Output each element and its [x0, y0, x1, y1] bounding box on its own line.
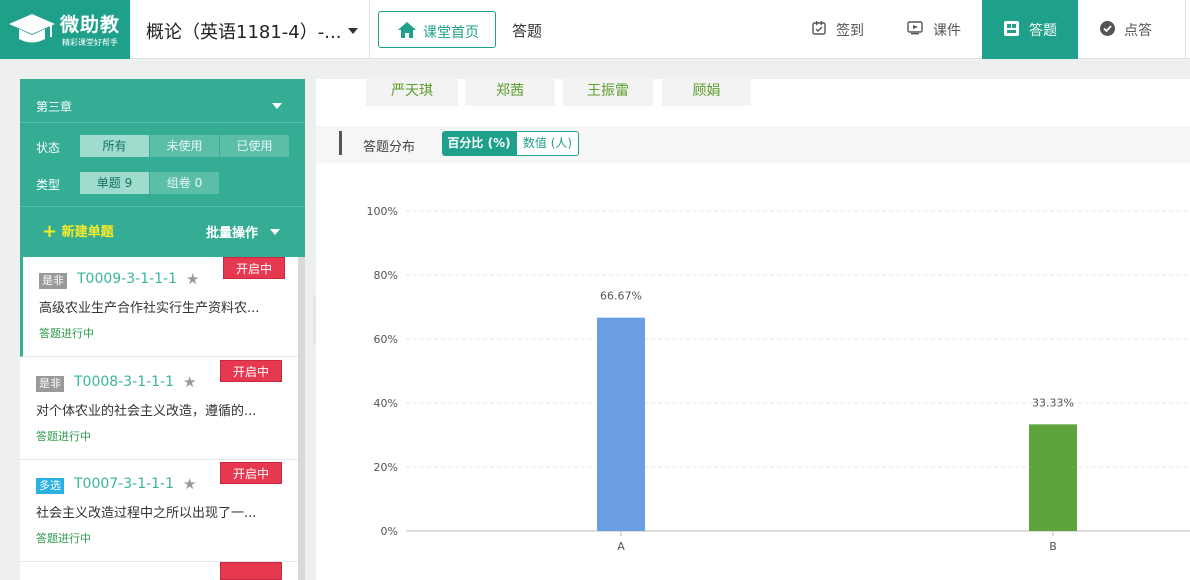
- bar-a: [597, 317, 645, 531]
- question-status: 答题进行中: [36, 430, 91, 443]
- type-filter-paper[interactable]: 组卷 0: [150, 172, 219, 194]
- class-home-label: 课堂首页: [423, 25, 479, 41]
- question-text: 对个体农业的社会主义改造，遵循的...: [36, 404, 257, 419]
- answer-panel: 严天琪 郑茜 王振雷 顾娟 答题分布 百分比 (%) 数值 (人) 0% 20% 4…: [316, 77, 1190, 580]
- question-code[interactable]: T0009-3-1-1-1: [77, 271, 177, 287]
- y-tick-label: 20%: [374, 461, 398, 474]
- question-status: 答题进行中: [39, 327, 94, 340]
- bar-b: [1029, 424, 1077, 531]
- y-tick-label: 80%: [374, 269, 398, 282]
- status-filter-all[interactable]: 所有: [80, 135, 149, 157]
- status-filter-unused[interactable]: 未使用: [150, 135, 219, 157]
- home-icon: [398, 22, 416, 38]
- question-card[interactable]: 是非 T0009-3-1-1-1 ★ 开启中 高级农业生产合作社实行生产资料农.…: [20, 257, 298, 357]
- graduation-cap-icon: [9, 14, 55, 43]
- question-code[interactable]: T0007-3-1-1-1: [74, 476, 174, 492]
- question-type-tag: 多选: [36, 478, 64, 494]
- divider: [20, 206, 305, 207]
- sidebar-scrollbar[interactable]: [298, 257, 305, 580]
- nav-quick-answer-label: 点答: [1124, 23, 1152, 39]
- batch-operations-button[interactable]: 批量操作: [206, 222, 258, 241]
- answer-icon: [1004, 21, 1019, 36]
- nav-checkin-label: 签到: [836, 23, 864, 39]
- checkin-icon: [812, 21, 826, 35]
- nav-answer-label: 答题: [1029, 23, 1057, 39]
- bar-value-label: 66.67%: [600, 290, 642, 303]
- nav-slides[interactable]: 课件: [890, 0, 982, 59]
- new-question-button[interactable]: + 新建单题: [42, 220, 114, 242]
- top-bar: 微助教 精彩课堂好帮手 概论（英语1181-4）-... 课堂首页 答题 签到 …: [0, 0, 1190, 59]
- x-tick-label: A: [617, 540, 625, 553]
- type-label: 类型: [36, 178, 61, 192]
- plus-icon: +: [42, 221, 58, 242]
- y-tick-label: 40%: [374, 397, 398, 410]
- slides-icon: [907, 21, 923, 35]
- chevron-down-icon[interactable]: [348, 28, 358, 34]
- question-sidebar: 第三章 状态 所有 未使用 已使用 类型 单题 9 组卷 0 + 新建单题 批量…: [20, 79, 305, 580]
- divider: [20, 122, 305, 123]
- question-type-tag: 是非: [36, 376, 64, 392]
- x-tick-label: B: [1049, 540, 1057, 553]
- breadcrumb: 答题: [512, 22, 543, 40]
- student-chip: 顾娟: [662, 77, 751, 106]
- y-tick-label: 100%: [367, 205, 398, 218]
- question-text: 社会主义改造过程中之所以出现了一...: [36, 506, 257, 521]
- question-status: 答题进行中: [36, 532, 91, 545]
- star-icon[interactable]: ★: [183, 475, 196, 493]
- star-icon[interactable]: ★: [183, 373, 196, 391]
- class-home-button[interactable]: 课堂首页: [378, 11, 496, 48]
- section-marker: [339, 131, 342, 155]
- y-tick-label: 60%: [374, 333, 398, 346]
- type-filter-single[interactable]: 单题 9: [80, 172, 149, 194]
- question-code[interactable]: T0008-3-1-1-1: [74, 374, 174, 390]
- chevron-down-icon[interactable]: [270, 229, 280, 235]
- logo-subtitle: 精彩课堂好帮手: [62, 38, 118, 47]
- percent-toggle[interactable]: 百分比 (%): [442, 131, 516, 156]
- filter-panel: 第三章 状态 所有 未使用 已使用 类型 单题 9 组卷 0 + 新建单题 批量…: [20, 79, 305, 257]
- bar-value-label: 33.33%: [1032, 396, 1074, 409]
- count-toggle[interactable]: 数值 (人): [516, 131, 579, 156]
- star-icon[interactable]: ★: [186, 270, 199, 288]
- chevron-down-icon[interactable]: [272, 103, 282, 109]
- question-card[interactable]: 是非 T0008-3-1-1-1 ★ 开启中 对个体农业的社会主义改造，遵循的.…: [20, 360, 298, 460]
- status-filter-used[interactable]: 已使用: [220, 135, 289, 157]
- student-chip: 郑茜: [465, 77, 555, 106]
- new-question-label: 新建单题: [61, 225, 114, 240]
- status-badge[interactable]: 开启中: [220, 360, 282, 382]
- answer-distribution-chart: 0% 20% 40% 60% 80% 100% 66.67% A 33.33% B: [367, 205, 1190, 553]
- logo-title: 微助教: [60, 14, 121, 36]
- nav-slides-label: 课件: [933, 23, 961, 39]
- divider: [369, 0, 370, 59]
- nav-answer[interactable]: 答题: [982, 0, 1078, 59]
- divider: [1185, 0, 1186, 59]
- question-type-tag: 是非: [39, 273, 67, 289]
- nav-checkin[interactable]: 签到: [796, 0, 886, 59]
- logo[interactable]: 微助教 精彩课堂好帮手: [0, 0, 130, 59]
- distribution-label: 答题分布: [363, 140, 416, 155]
- chapter-selector[interactable]: 第三章: [36, 98, 72, 115]
- course-selector[interactable]: 概论（英语1181-4）-...: [146, 18, 341, 44]
- student-chip: 王振雷: [563, 77, 653, 106]
- y-tick-label: 0%: [381, 525, 398, 538]
- distribution-header: 答题分布 百分比 (%) 数值 (人): [316, 126, 1190, 163]
- student-chip: 严天琪: [366, 77, 458, 106]
- status-badge[interactable]: 开启中: [220, 462, 282, 484]
- nav-quick-answer[interactable]: 点答: [1080, 0, 1180, 59]
- check-circle-icon: [1100, 21, 1115, 36]
- status-label: 状态: [36, 141, 61, 155]
- status-badge-partial: [220, 562, 282, 580]
- status-badge[interactable]: 开启中: [223, 257, 285, 279]
- question-card[interactable]: 多选 T0007-3-1-1-1 ★ 开启中 社会主义改造过程中之所以出现了一.…: [20, 462, 298, 562]
- question-text: 高级农业生产合作社实行生产资料农...: [39, 301, 260, 316]
